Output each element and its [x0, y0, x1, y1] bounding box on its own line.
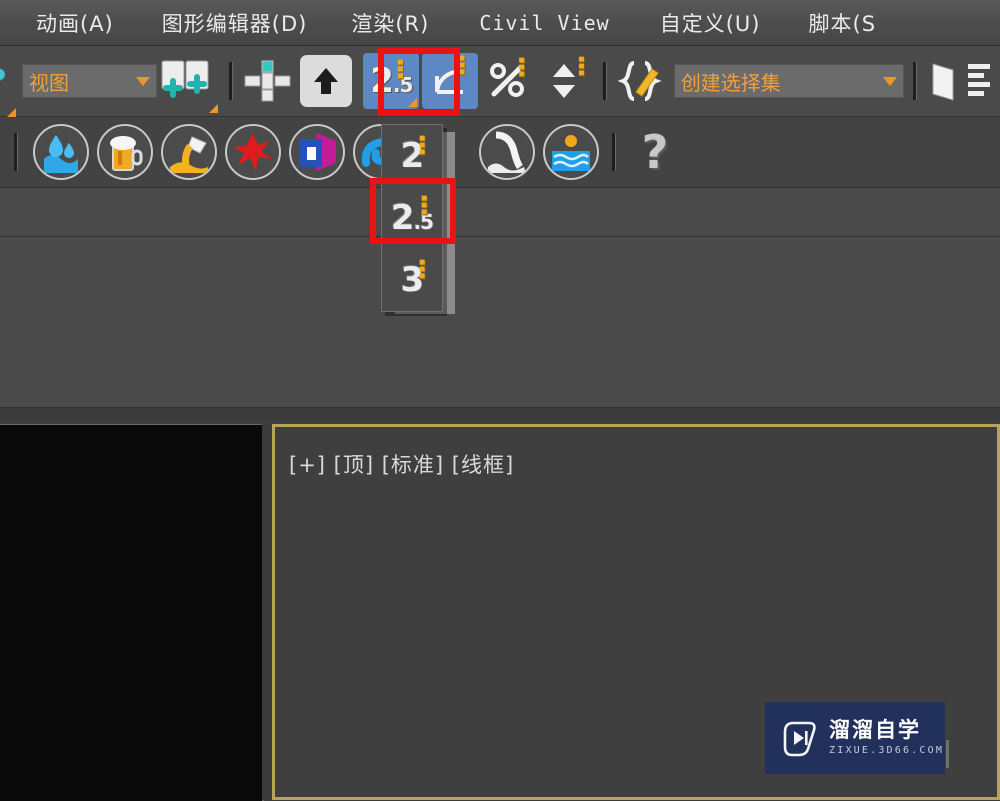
panel-gap-band	[0, 408, 1000, 422]
play-button-logo-icon	[779, 718, 819, 758]
chevron-down-icon[interactable]	[882, 76, 897, 86]
main-toolbar: 视图 2.5 ⠇ ⠇ ⠇ ⠇ 创建选择集	[0, 46, 1000, 117]
menu-bar: 动画(A) 图形编辑器(D) 渲染(R) Civil View 自定义(U) 脚…	[0, 0, 1000, 46]
flyout-corner-marker	[7, 108, 16, 117]
realflow-splash-red-icon[interactable]	[225, 124, 281, 180]
chevron-down-icon[interactable]	[136, 76, 150, 86]
flyout-corner-marker	[79, 171, 87, 178]
plugin-toolbar: ?	[0, 117, 1000, 188]
toolbar-separator	[229, 62, 234, 100]
toolbar-separator	[912, 62, 917, 100]
align-icon[interactable]	[963, 53, 1000, 109]
realflow-honey-icon[interactable]	[161, 124, 217, 180]
annotation-box-flyout-snap	[370, 178, 456, 244]
coordinate-system-value: 视图	[29, 70, 69, 95]
menu-scripting[interactable]: 脚本(S	[803, 8, 883, 38]
realflow-water-icon[interactable]	[33, 124, 89, 180]
command-panel-band-lower	[0, 237, 1000, 408]
command-panel-band-upper	[0, 188, 1000, 237]
mirror-icon[interactable]	[926, 53, 963, 109]
realflow-container-icon[interactable]	[289, 124, 345, 180]
app-window: 动画(A) 图形编辑器(D) 渲染(R) Civil View 自定义(U) 脚…	[0, 0, 1000, 801]
use-center-flyout-icon[interactable]	[157, 53, 220, 113]
flyout-corner-marker	[207, 171, 215, 178]
menu-render[interactable]: 渲染(R)	[345, 8, 435, 38]
menu-civil-view[interactable]: Civil View	[473, 11, 615, 35]
select-and-place-icon[interactable]	[296, 53, 356, 109]
toolbar-separator	[14, 133, 18, 171]
annotation-box-toolbar-snap	[378, 48, 460, 116]
menu-animation[interactable]: 动画(A)	[30, 8, 120, 38]
viewport-gap-strip	[262, 424, 272, 800]
toolbar-separator	[603, 62, 607, 100]
named-selection-set-combo[interactable]: 创建选择集	[673, 53, 904, 109]
help-question-icon[interactable]: ?	[625, 124, 685, 180]
flyout-corner-marker	[143, 171, 151, 178]
named-selection-set-value: 创建选择集	[680, 70, 781, 95]
snap-option-3d[interactable]: 3 ⠇	[382, 249, 442, 311]
menu-graph-editor[interactable]: 图形编辑器(D)	[156, 8, 314, 38]
spinner-snap-toggle-button[interactable]: ⠇	[536, 53, 595, 109]
realflow-beer-icon[interactable]	[97, 124, 153, 180]
select-and-link-icon[interactable]	[0, 53, 16, 117]
watermark-edge-marker	[946, 740, 949, 768]
percent-snap-toggle-button[interactable]: ⠇	[479, 53, 537, 109]
edit-named-selection-sets-icon[interactable]	[616, 53, 670, 109]
watermark-liuliu-zixue: 溜溜自学 ZIXUE.3D66.COM	[765, 702, 945, 774]
realflow-ocean-icon[interactable]	[543, 124, 599, 180]
coordinate-system-combo[interactable]: 视图	[22, 53, 157, 109]
watermark-subtitle: ZIXUE.3D66.COM	[829, 745, 945, 756]
viewport-label[interactable]: [+] [顶] [标准] [线框]	[289, 449, 514, 479]
menu-customize[interactable]: 自定义(U)	[654, 8, 767, 38]
select-and-manipulate-icon[interactable]	[242, 53, 296, 109]
flyout-corner-marker	[271, 171, 279, 178]
flyout-corner-marker	[209, 104, 219, 113]
watermark-title: 溜溜自学	[829, 718, 921, 742]
left-black-panel	[0, 424, 264, 801]
toolbar-separator	[612, 133, 616, 171]
realflow-waterfall-icon[interactable]	[479, 124, 535, 180]
